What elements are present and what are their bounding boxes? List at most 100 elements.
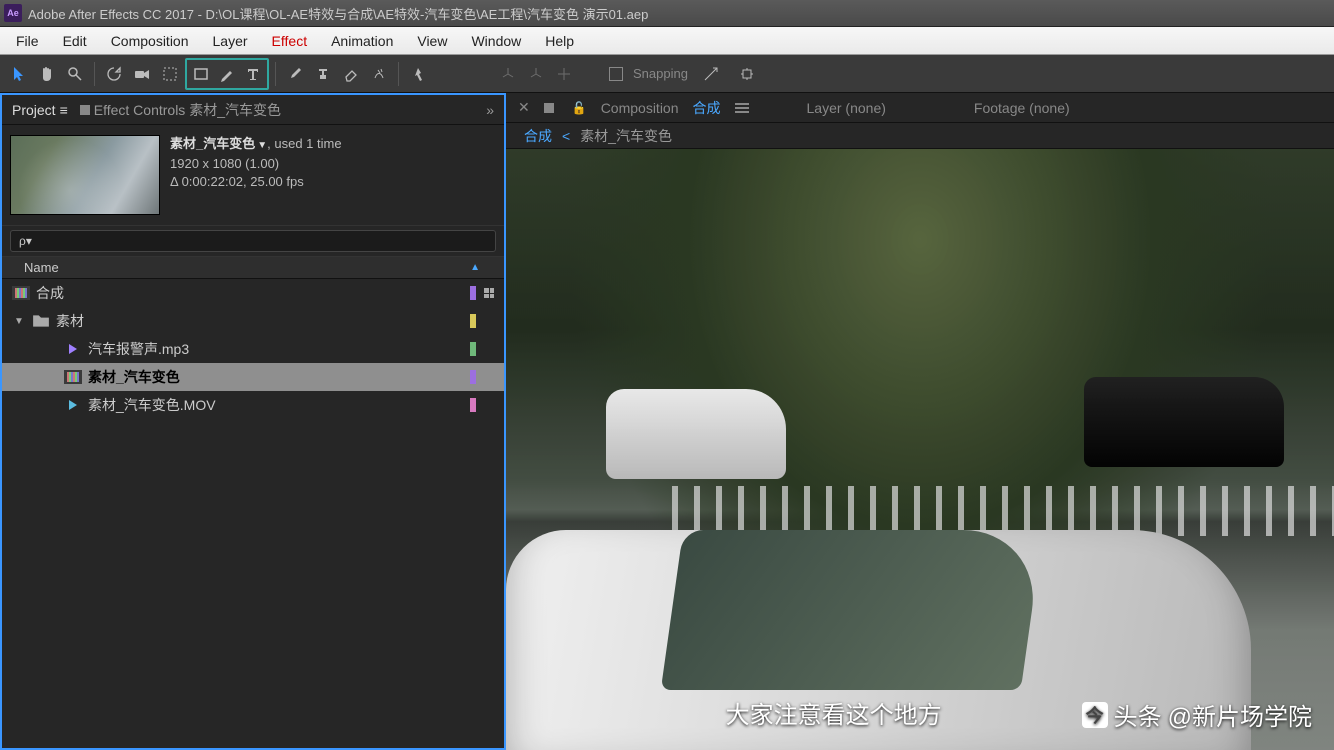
menu-bar: File Edit Composition Layer Effect Anima… — [0, 27, 1334, 55]
title-bar: Ae Adobe After Effects CC 2017 - D:\OL课程… — [0, 0, 1334, 27]
view-axis-icon — [551, 61, 577, 87]
separator — [275, 62, 276, 86]
tree-label: 素材 — [56, 311, 84, 331]
audio-icon — [64, 342, 82, 356]
viewer-tabs: ✕ 🔓 Composition 合成 Layer (none) Footage … — [506, 93, 1334, 123]
label-swatch[interactable] — [470, 370, 476, 384]
menu-effect[interactable]: Effect — [260, 33, 320, 49]
world-axis-icon — [523, 61, 549, 87]
menu-composition[interactable]: Composition — [99, 33, 201, 49]
twirl-icon[interactable]: ▼ — [12, 316, 26, 327]
watermark-logo-icon: 今 — [1082, 702, 1108, 728]
asset-duration: Δ 0:00:22:02, 25.00 fps — [170, 173, 342, 191]
scene-fence — [672, 486, 1334, 536]
composition-icon — [64, 370, 82, 384]
asset-metadata: 素材_汽车变色▼, used 1 time 1920 x 1080 (1.00)… — [170, 135, 342, 215]
tab-project[interactable]: Project ≡ — [12, 102, 68, 118]
type-tool-icon[interactable] — [240, 61, 266, 87]
tab-project-label: Project — [12, 102, 56, 118]
menu-file[interactable]: File — [4, 33, 51, 49]
rectangle-tool-icon[interactable] — [188, 61, 214, 87]
column-header[interactable]: Name ▲ — [2, 257, 504, 279]
ae-logo-icon: Ae — [4, 4, 22, 22]
roto-brush-tool-icon[interactable] — [366, 61, 392, 87]
menu-layer[interactable]: Layer — [201, 33, 260, 49]
tree-item-comp-selected[interactable]: 素材_汽车变色 — [2, 363, 504, 391]
brush-tool-icon[interactable] — [282, 61, 308, 87]
local-axis-icon — [495, 61, 521, 87]
menu-window[interactable]: Window — [459, 33, 533, 49]
footage-viewer-label[interactable]: Footage (none) — [974, 100, 1070, 116]
dropdown-arrow-icon[interactable]: ▼ — [257, 140, 267, 151]
column-name-label: Name — [24, 260, 59, 275]
tree-label: 合成 — [36, 283, 64, 303]
stop-icon — [544, 103, 554, 113]
stop-icon — [80, 105, 90, 115]
window-title: Adobe After Effects CC 2017 - D:\OL课程\OL… — [28, 4, 648, 23]
composition-viewer[interactable]: 大家注意看这个地方 今 头条 @新片场学院 — [506, 149, 1334, 750]
label-swatch[interactable] — [470, 314, 476, 328]
breadcrumb-back-icon[interactable]: < — [562, 128, 570, 144]
tree-item-comp[interactable]: 合成 — [2, 279, 504, 307]
asset-used: , used 1 time — [267, 136, 341, 151]
camera-tool-icon[interactable] — [129, 61, 155, 87]
more-tabs-icon[interactable]: » — [486, 102, 494, 118]
menu-view[interactable]: View — [405, 33, 459, 49]
panel-menu-icon[interactable]: ≡ — [60, 102, 68, 118]
snapping-checkbox[interactable] — [609, 67, 623, 81]
watermark-name: @新片场学院 — [1168, 697, 1312, 732]
asset-name: 素材_汽车变色 — [170, 136, 255, 151]
scene-windshield — [660, 530, 1042, 690]
panel-menu-icon[interactable] — [735, 103, 749, 113]
project-tree: 合成 ▼ 素材 汽车报警声.mp3 素材_汽车变色 — [2, 279, 504, 748]
tree-label: 汽车报警声.mp3 — [88, 339, 189, 359]
tab-effect-controls-label: Effect Controls 素材_汽车变色 — [94, 100, 281, 120]
clone-stamp-tool-icon[interactable] — [310, 61, 336, 87]
main-area: Project ≡ Effect Controls 素材_汽车变色 » 素材_汽… — [0, 93, 1334, 750]
project-panel-tabs: Project ≡ Effect Controls 素材_汽车变色 » — [2, 95, 504, 125]
snap-inside-icon[interactable] — [734, 61, 760, 87]
label-swatch[interactable] — [470, 342, 476, 356]
tree-item-folder[interactable]: ▼ 素材 — [2, 307, 504, 335]
menu-animation[interactable]: Animation — [319, 33, 405, 49]
watermark: 今 头条 @新片场学院 — [1082, 697, 1312, 732]
breadcrumb-active[interactable]: 合成 — [524, 126, 552, 146]
tab-composition-label[interactable]: Composition — [601, 100, 679, 116]
comp-name[interactable]: 合成 — [693, 98, 721, 118]
separator — [94, 62, 95, 86]
label-swatch[interactable] — [470, 286, 476, 300]
separator — [398, 62, 399, 86]
menu-edit[interactable]: Edit — [51, 33, 99, 49]
comp-breadcrumb: 合成 < 素材_汽车变色 — [506, 123, 1334, 149]
hand-tool-icon[interactable] — [34, 61, 60, 87]
selection-tool-icon[interactable] — [6, 61, 32, 87]
folder-icon — [32, 314, 50, 328]
snapping-controls: Snapping — [609, 61, 760, 87]
close-viewer-icon[interactable]: ✕ — [518, 99, 530, 116]
project-search-input[interactable] — [10, 230, 496, 252]
snap-edge-icon[interactable] — [698, 61, 724, 87]
flowchart-icon[interactable] — [484, 288, 494, 298]
pan-behind-tool-icon[interactable] — [157, 61, 183, 87]
pen-tool-icon[interactable] — [214, 61, 240, 87]
tree-item-audio[interactable]: 汽车报警声.mp3 — [2, 335, 504, 363]
zoom-tool-icon[interactable] — [62, 61, 88, 87]
viewer-panel: ✕ 🔓 Composition 合成 Layer (none) Footage … — [506, 93, 1334, 750]
eraser-tool-icon[interactable] — [338, 61, 364, 87]
asset-thumbnail — [10, 135, 160, 215]
menu-help[interactable]: Help — [533, 33, 586, 49]
layer-viewer-label[interactable]: Layer (none) — [807, 100, 886, 116]
watermark-label: 头条 — [1114, 697, 1162, 732]
composition-icon — [12, 286, 30, 300]
asset-dimensions: 1920 x 1080 (1.00) — [170, 155, 342, 173]
lock-icon[interactable]: 🔓 — [572, 101, 587, 115]
tab-effect-controls[interactable]: Effect Controls 素材_汽车变色 — [80, 100, 281, 120]
tree-item-video[interactable]: 素材_汽车变色.MOV — [2, 391, 504, 419]
breadcrumb-prev[interactable]: 素材_汽车变色 — [580, 126, 672, 146]
sort-arrow-icon[interactable]: ▲ — [470, 262, 480, 273]
orbit-tool-icon[interactable] — [101, 61, 127, 87]
toolbar: Snapping — [0, 55, 1334, 93]
label-swatch[interactable] — [470, 398, 476, 412]
subtitle-text: 大家注意看这个地方 — [726, 695, 942, 730]
puppet-pin-tool-icon[interactable] — [405, 61, 431, 87]
